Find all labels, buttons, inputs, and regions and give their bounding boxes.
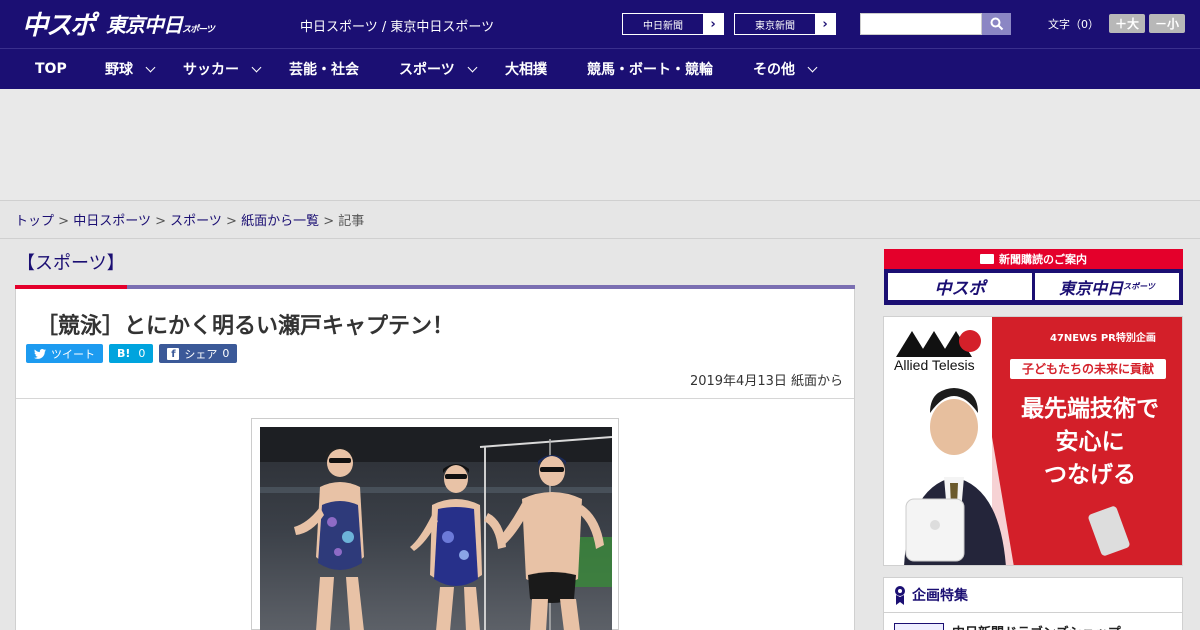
article-date: 2019年4月13日 紙面から — [689, 374, 843, 389]
font-bigger-button[interactable]: ＋大 — [1109, 14, 1146, 33]
sidebar-ad[interactable]: Allied Telesis 47NEWS PR特別企画 子どもたちの未来に貢献… — [883, 316, 1183, 566]
breadcrumb-current: 記事 — [338, 214, 365, 229]
font-smaller-button[interactable]: －小 — [1149, 14, 1186, 33]
breadcrumb-chunichi-sports[interactable]: 中日スポーツ — [73, 214, 151, 229]
font-size-label: 文字（0） — [1048, 17, 1099, 31]
ad-subtitle: 子どもたちの未来に貢献 — [1010, 359, 1166, 379]
breadcrumb-top[interactable]: トップ — [15, 214, 54, 229]
font-size-controls: 文字（0） ＋大 －小 — [1048, 14, 1186, 33]
leaderboard-ad-slot — [0, 89, 1200, 201]
tokyo-shimbun-link[interactable]: 東京新聞 › — [734, 13, 836, 35]
hatena-icon: B! — [117, 347, 131, 360]
breadcrumb: トップ > 中日スポーツ > スポーツ > 紙面から一覧 > 記事 — [15, 214, 365, 229]
breadcrumb-sports[interactable]: スポーツ — [170, 214, 222, 229]
logo-tokyo-chunichi: 東京中日スポーツ — [106, 12, 215, 37]
logo-chuspo: 中スポ — [22, 10, 96, 41]
newspaper-icon — [980, 254, 994, 264]
feature-thumbnail — [894, 622, 944, 630]
nav-item-sumo[interactable]: 大相撲 — [505, 49, 547, 90]
nav-item-racing[interactable]: 競馬・ボート・競輪 — [587, 49, 713, 90]
chevron-down-icon — [251, 62, 262, 72]
feature-item[interactable]: 中日新聞ドラゴンズショップ — [894, 622, 1121, 630]
nav-item-other[interactable]: その他 — [753, 49, 818, 90]
hatena-bookmark-button[interactable]: B! 0 — [109, 344, 154, 363]
ad-brand: Allied Telesis — [894, 357, 975, 373]
chevron-down-icon — [145, 62, 156, 72]
nav-item-soccer[interactable]: サッカー — [183, 49, 262, 90]
chevron-right-icon: › — [815, 14, 835, 34]
main-nav: TOP 野球 サッカー 芸能・社会 スポーツ 大相撲 競馬・ボート・競輪 その他 — [0, 48, 1200, 89]
nav-item-baseball[interactable]: 野球 — [105, 49, 156, 90]
article-card: ［競泳］とにかく明るい瀬戸キャプテン！ ツイート B! 0 f シェア 0 20… — [15, 289, 855, 630]
chevron-down-icon — [467, 62, 478, 72]
search-button[interactable] — [982, 13, 1011, 35]
search-icon — [990, 17, 1003, 31]
facebook-count: 0 — [222, 347, 230, 360]
category-label: 【スポーツ】 — [17, 253, 125, 274]
ad-tag: 47NEWS PR特別企画 — [1050, 333, 1156, 344]
subscription-box: 新聞購読のご案内 中スポ 東京中日 スポーツ — [884, 249, 1183, 305]
nav-item-entertainment[interactable]: 芸能・社会 — [289, 49, 359, 90]
features-header: 企画特集 — [884, 578, 1182, 613]
twitter-bird-icon — [34, 348, 46, 359]
ad-copy: 最先端技術で 安心に つなげる — [1021, 396, 1159, 488]
site-logo[interactable]: 中スポ 東京中日スポーツ — [22, 8, 215, 41]
site-header: 中スポ 東京中日スポーツ 中日スポーツ / 東京中日スポーツ 中日新聞 › 東京… — [0, 0, 1200, 48]
tweet-button[interactable]: ツイート — [26, 344, 103, 363]
chevron-right-icon: › — [703, 14, 723, 34]
facebook-share-button[interactable]: f シェア 0 — [159, 344, 238, 363]
article-photo-frame — [251, 418, 619, 630]
article-headline: ［競泳］とにかく明るい瀬戸キャプテン！ — [36, 314, 455, 339]
article-photo[interactable] — [260, 427, 612, 630]
hatena-count: 0 — [138, 347, 146, 360]
search-input[interactable] — [860, 13, 982, 35]
site-title: 中日スポーツ / 東京中日スポーツ — [300, 20, 495, 35]
subscribe-chuspo-button[interactable]: 中スポ — [888, 273, 1032, 300]
share-buttons: ツイート B! 0 f シェア 0 — [26, 344, 238, 363]
divider — [16, 398, 854, 399]
ribbon-icon — [895, 586, 905, 605]
features-box: 企画特集 中日新聞ドラゴンズショップ — [883, 577, 1183, 630]
facebook-icon: f — [167, 347, 180, 360]
divider — [0, 238, 1200, 239]
chunichi-shimbun-link[interactable]: 中日新聞 › — [622, 13, 724, 35]
subscribe-tokyo-chunichi-button[interactable]: 東京中日 スポーツ — [1035, 273, 1179, 300]
chevron-down-icon — [807, 62, 818, 72]
subscription-header: 新聞購読のご案内 — [884, 249, 1183, 269]
breadcrumb-paper-list[interactable]: 紙面から一覧 — [241, 214, 319, 229]
nav-item-sports[interactable]: スポーツ — [399, 49, 478, 90]
nav-item-top[interactable]: TOP — [35, 49, 67, 90]
